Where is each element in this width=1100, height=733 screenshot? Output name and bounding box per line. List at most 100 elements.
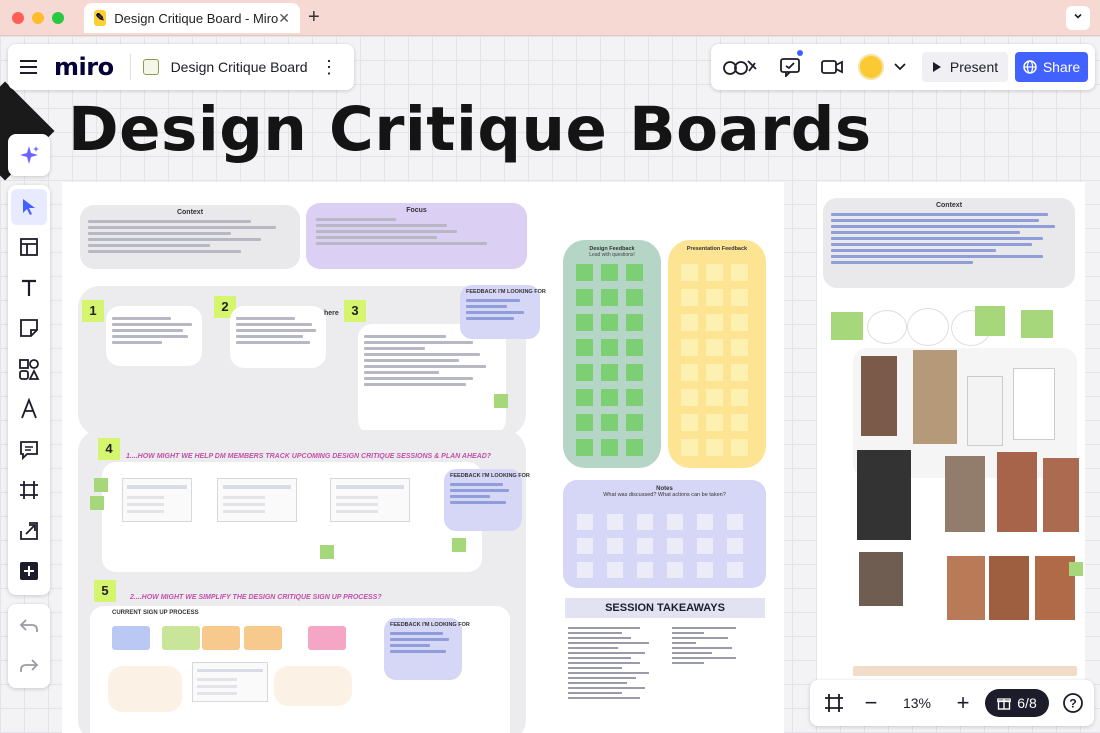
sticky-note[interactable] [975, 306, 1005, 336]
empty-sticky-note[interactable] [681, 289, 698, 306]
select-cursor-icon[interactable] [11, 189, 47, 225]
present-button[interactable]: Present [922, 52, 1008, 82]
main-board-frame[interactable]: Context Focus 1 2 here 3 FEEDBACK I'M LO… [62, 182, 784, 733]
tab-menu-chevron-down-icon[interactable] [1066, 6, 1090, 30]
sticky-note[interactable] [320, 545, 334, 559]
empty-sticky-note[interactable] [637, 538, 653, 554]
app-screen-photo[interactable] [989, 556, 1029, 620]
more-tools-icon[interactable] [11, 553, 47, 589]
app-screen-photo[interactable] [861, 356, 897, 436]
question-bubble[interactable] [907, 308, 949, 346]
empty-sticky-note[interactable] [706, 364, 723, 381]
right-context-card[interactable]: Context [823, 198, 1075, 288]
empty-sticky-note[interactable] [681, 439, 698, 456]
frames-navigator[interactable]: 6/8 [985, 689, 1049, 717]
zoom-out-button[interactable]: − [856, 680, 886, 726]
app-screen-photo[interactable] [945, 456, 985, 532]
flow-step-4[interactable] [244, 626, 282, 650]
board-canvas[interactable]: Design Critique Boards Context Focus 1 2… [0, 36, 1100, 733]
empty-sticky-note[interactable] [667, 514, 683, 530]
flow-step-2[interactable] [162, 626, 200, 650]
board-options-icon[interactable]: ⋮ [320, 58, 338, 76]
frames-panel-icon[interactable] [816, 680, 852, 726]
board-title-text[interactable]: Design Critique Boards [68, 94, 872, 165]
sticky-note[interactable] [452, 538, 466, 552]
notes-card[interactable]: Notes What was discussed? What actions c… [563, 480, 766, 588]
user-avatar[interactable] [855, 44, 887, 90]
miro-logo[interactable]: miro [54, 53, 114, 81]
comments-chat-icon[interactable] [771, 44, 809, 90]
empty-sticky-note[interactable] [706, 439, 723, 456]
empty-sticky-note[interactable] [681, 314, 698, 331]
second-board-frame[interactable]: Context [817, 182, 1085, 680]
new-tab-button[interactable]: + [308, 6, 320, 29]
app-screen-photo[interactable] [857, 450, 911, 540]
undo-icon[interactable] [11, 608, 47, 644]
empty-sticky-note[interactable] [601, 339, 618, 356]
minimize-window-button[interactable] [32, 12, 44, 24]
sticky-note[interactable] [1069, 562, 1083, 576]
calendar-screenshot-3[interactable] [330, 478, 410, 522]
calendar-screenshot-2[interactable] [217, 478, 297, 522]
empty-sticky-note[interactable] [667, 562, 683, 578]
empty-sticky-note[interactable] [626, 414, 643, 431]
empty-sticky-note[interactable] [731, 439, 748, 456]
sticky-note[interactable] [831, 312, 863, 340]
empty-sticky-note[interactable] [626, 289, 643, 306]
presentation-feedback-column[interactable]: Presentation Feedback [668, 240, 766, 468]
zoom-in-button[interactable]: + [948, 680, 978, 726]
email-screenshot[interactable] [192, 662, 268, 702]
templates-icon[interactable] [11, 229, 47, 265]
sparkles-icon[interactable] [11, 137, 47, 173]
empty-sticky-note[interactable] [731, 364, 748, 381]
empty-sticky-note[interactable] [731, 414, 748, 431]
feedback-card-1[interactable]: FEEDBACK I'M LOOKING FOR [460, 285, 546, 339]
empty-sticky-note[interactable] [626, 364, 643, 381]
sticky-note[interactable] [94, 478, 108, 492]
empty-sticky-note[interactable] [731, 389, 748, 406]
feedback-card-2[interactable]: FEEDBACK I'M LOOKING FOR [444, 469, 530, 531]
empty-sticky-note[interactable] [731, 314, 748, 331]
empty-sticky-note[interactable] [731, 339, 748, 356]
empty-sticky-note[interactable] [577, 562, 593, 578]
help-icon[interactable]: ? [1058, 680, 1088, 726]
shapes-icon[interactable] [11, 351, 47, 387]
empty-sticky-note[interactable] [697, 514, 713, 530]
focus-card[interactable]: Focus [306, 203, 527, 269]
empty-sticky-note[interactable] [681, 364, 698, 381]
problems-card[interactable] [106, 306, 202, 366]
empty-sticky-note[interactable] [576, 289, 593, 306]
empty-sticky-note[interactable] [681, 389, 698, 406]
empty-sticky-note[interactable] [576, 364, 593, 381]
empty-sticky-note[interactable] [607, 538, 623, 554]
text-tool-icon[interactable] [11, 270, 47, 306]
empty-sticky-note[interactable] [697, 562, 713, 578]
app-screen-photo[interactable] [997, 452, 1037, 532]
zoom-level[interactable]: 13% [894, 680, 940, 726]
empty-sticky-note[interactable] [727, 514, 743, 530]
close-window-button[interactable] [12, 12, 24, 24]
empty-sticky-note[interactable] [706, 339, 723, 356]
app-screen-photo[interactable] [1013, 368, 1055, 440]
section-3-card[interactable] [358, 324, 506, 434]
design-feedback-column[interactable]: Design Feedback Lead with questions! [563, 240, 661, 468]
sticky-note[interactable] [90, 496, 104, 510]
comment-icon[interactable] [11, 432, 47, 468]
main-menu-icon[interactable] [8, 44, 48, 90]
flow-step-1[interactable] [112, 626, 150, 650]
empty-sticky-note[interactable] [706, 414, 723, 431]
empty-sticky-note[interactable] [681, 414, 698, 431]
board-name[interactable]: Design Critique Board [171, 59, 308, 75]
empty-sticky-note[interactable] [681, 339, 698, 356]
feedback-card-3[interactable]: FEEDBACK I'M LOOKING FOR [384, 618, 470, 680]
empty-sticky-note[interactable] [697, 538, 713, 554]
empty-sticky-note[interactable] [601, 289, 618, 306]
sticky-note-icon[interactable] [11, 310, 47, 346]
empty-sticky-note[interactable] [576, 314, 593, 331]
calendar-screenshot-1[interactable] [122, 478, 192, 522]
empty-sticky-note[interactable] [637, 514, 653, 530]
empty-sticky-note[interactable] [706, 289, 723, 306]
empty-sticky-note[interactable] [626, 339, 643, 356]
empty-sticky-note[interactable] [637, 562, 653, 578]
empty-sticky-note[interactable] [626, 314, 643, 331]
